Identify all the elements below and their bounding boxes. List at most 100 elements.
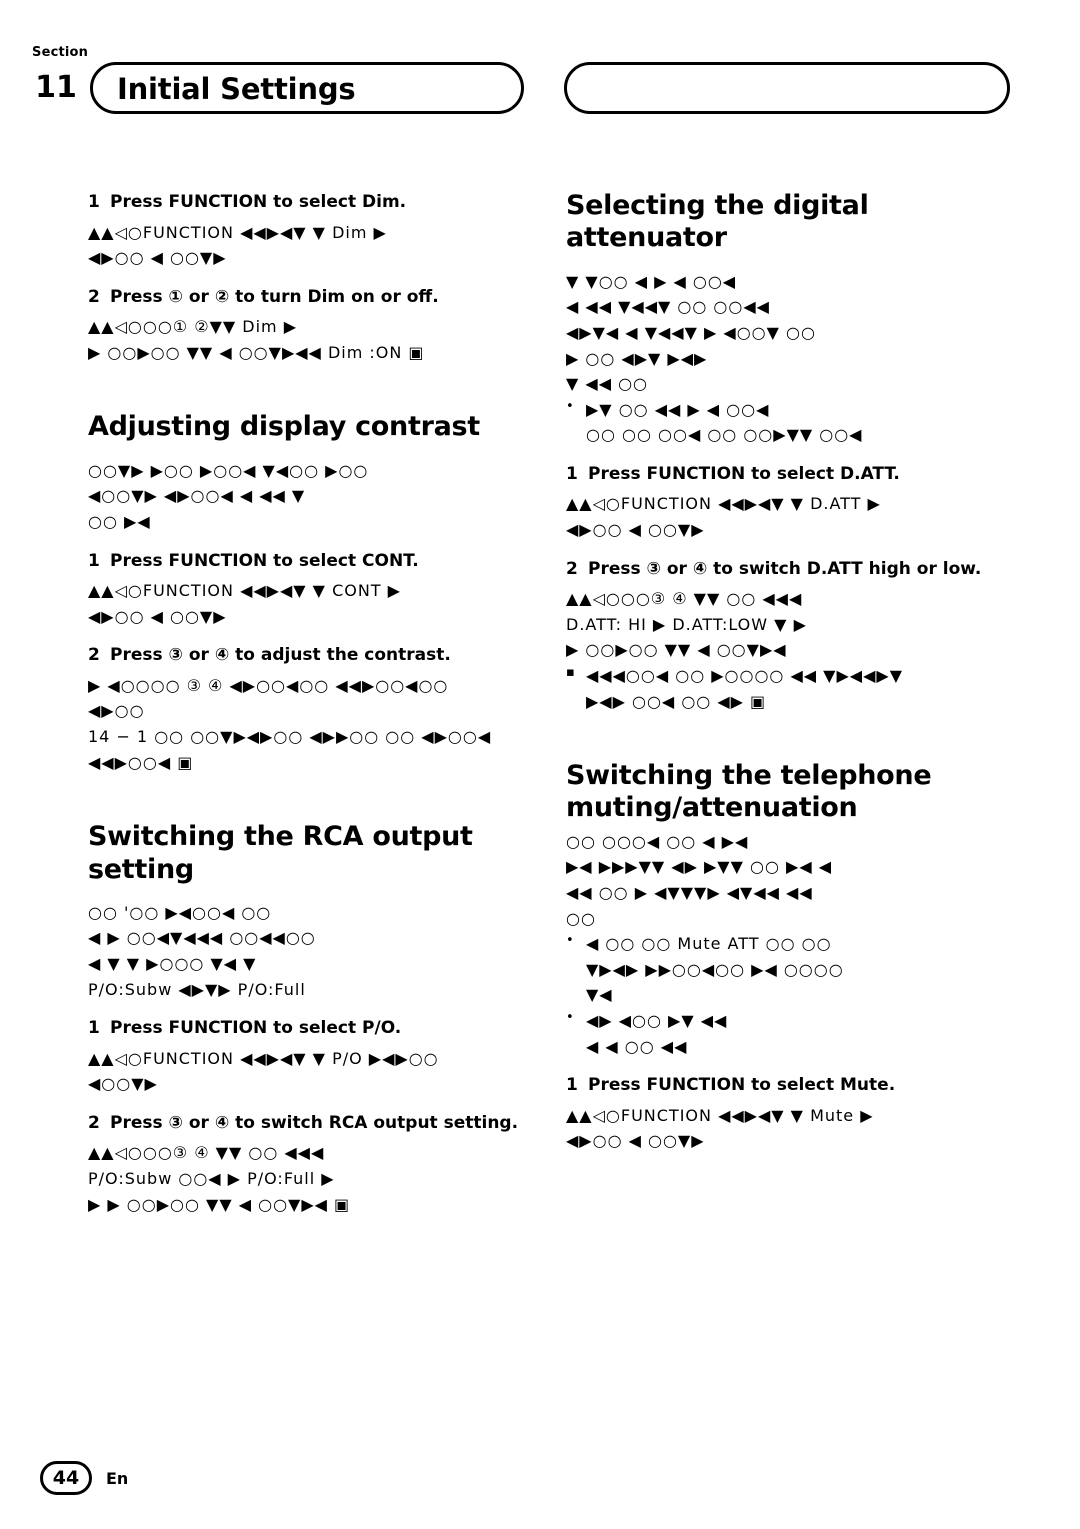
bullet-item: • ▶▼ ○○ ◀◀ ▶ ◀ ○○◀ [566, 397, 1018, 423]
glyph-line: ◀ ▼ ▼ ▶○○○ ▼◀ ▼ [88, 954, 257, 974]
glyph-line: ▲▲◁○○○③ ④ ▼▼ ○○ ◀◀◀ [566, 589, 803, 609]
glyph-line: ▲▲◁○FUNCTION ◀◀▶◀▼ ▼ D.ATT ▶ [566, 494, 881, 514]
section-heading: Adjusting display contrast [88, 411, 480, 443]
glyph-line: ▲▲◁○○○③ ④ ▼▼ ○○ ◀◀◀ [88, 1143, 325, 1163]
page-footer: 44 En [40, 1461, 128, 1495]
step-number: 2 [88, 1112, 100, 1133]
glyph-line: ○○ '○○ ▶◀○○◀ ○○ [88, 902, 272, 922]
step-item: 2 Press ① or ② to turn Dim on or off. [88, 285, 540, 311]
bullet-square-icon: ▪ [566, 664, 575, 680]
glyph-line: ○○ ▶◀ [88, 511, 151, 531]
step-number: 2 [88, 645, 100, 666]
glyph-line: ◀▶○○ ◀ ○○▼▶ [88, 606, 227, 626]
glyph-line: ◀◀◀○○◀ ○○ ▶○○○○ ◀◀ ▼▶◀◀▶▼ [586, 665, 903, 685]
glyph-line: D.ATT: HI ▶ D.ATT:LOW ▼ ▶ [566, 614, 807, 634]
step-item: 1 Press FUNCTION to select Mute. [566, 1073, 1018, 1099]
step-number: 1 [88, 1018, 100, 1039]
glyph-line: ◀ ○○ ○○ Mute ATT ○○ ○○ [586, 934, 832, 954]
step-number: 2 [566, 558, 578, 579]
glyph-line: ▼◀ [586, 985, 613, 1005]
manual-page: Section 11 Initial Settings 1 Press FUNCT… [0, 0, 1080, 1529]
glyph-line: ▲▲◁○FUNCTION ◀◀▶◀▼ ▼ P/O ▶◀▶○○ [88, 1048, 439, 1068]
section-heading: Switching the telephone muting/attenuati… [566, 760, 932, 824]
glyph-line: ▶ ○○ ◀▶▼ ▶◀▶ [566, 348, 708, 368]
step-item: 2 Press ③ or ④ to switch D.ATT high or lo… [566, 557, 1018, 583]
glyph-line: ◀ ▶ ○○◀▼◀◀◀ ○○◀◀○○ [88, 928, 316, 948]
glyph-line: ▼ ▼○○ ◀ ▶ ◀ ○○◀ [566, 271, 737, 291]
step-item: 2 Press ③ or ④ to switch RCA output setti… [88, 1111, 540, 1137]
glyph-line: ▶▼ ○○ ◀◀ ▶ ◀ ○○◀ [586, 399, 770, 419]
decorative-pill [564, 62, 1010, 114]
step-text: Press FUNCTION to select CONT. [110, 550, 419, 571]
glyph-line: ◀▶○○ ◀ ○○▼▶ [566, 1131, 705, 1151]
glyph-line: ◀ ◀ ○○ ◀◀ [586, 1036, 688, 1056]
bullet-dot-icon: • [566, 933, 574, 949]
glyph-line: ○○ ○○ ○○◀ ○○ ○○▶▼▼ ○○◀ [586, 425, 863, 445]
right-column: Selecting the digital attenuator ▼ ▼○○ ◀… [566, 190, 1018, 1154]
bullet-dot-icon: • [566, 1010, 574, 1026]
bullet-dot-icon: • [566, 398, 574, 414]
glyph-line: ▲▲◁○FUNCTION ◀◀▶◀▼ ▼ Dim ▶ [88, 222, 387, 242]
page-title: Initial Settings [117, 72, 356, 106]
glyph-line: ○○▼▶ ▶○○ ▶○○◀ ▼◀○○ ▶○○ [88, 460, 369, 480]
glyph-line: ◀○○▼▶ [88, 1074, 158, 1094]
section-heading: Selecting the digital attenuator [566, 190, 869, 254]
glyph-line: P/O:Subw ◀▶▼▶ P/O:Full [88, 979, 306, 999]
step-text: Press ③ or ④ to switch D.ATT high or low… [588, 558, 982, 579]
step-number: 1 [566, 1075, 578, 1096]
step-item: 1 Press FUNCTION to select Dim. [88, 190, 540, 216]
step-text: Press FUNCTION to select P/O. [110, 1018, 402, 1039]
step-text: Press FUNCTION to select Mute. [588, 1075, 896, 1096]
step-item: 2 Press ③ or ④ to adjust the contrast. [88, 643, 540, 669]
page-title-pill: Initial Settings [90, 62, 524, 114]
section-label: Section [32, 45, 89, 60]
glyph-line: 14 − 1 ○○ ○○▼▶◀▶○○ ◀▶▶○○ ○○ ◀▶○○◀ [88, 726, 492, 746]
glyph-line: ◀○○▼▶ ◀▶○○◀ ◀ ◀◀ ▼ [88, 486, 306, 506]
step-text: Press ③ or ④ to adjust the contrast. [110, 645, 451, 666]
step-item: 1 Press FUNCTION to select CONT. [88, 549, 540, 575]
bullet-item: • ◀ ○○ ○○ Mute ATT ○○ ○○ [566, 931, 1018, 957]
step-text: Press ① or ② to turn Dim on or off. [110, 286, 439, 307]
page-number: 44 [40, 1461, 92, 1495]
step-text: Press FUNCTION to select Dim. [110, 192, 407, 212]
step-number: 1 [566, 463, 578, 484]
step-number: 1 [88, 550, 100, 571]
glyph-line: ◀◀▶○○◀ ▣ [88, 752, 194, 772]
glyph-line: ◀◀ ○○ ▶ ◀▼▼▼▶ ◀▼◀◀ ◀◀ [566, 883, 813, 903]
glyph-line: ○○ ○○○◀ ○○ ◀ ▶◀ [566, 831, 749, 851]
glyph-line: ▶ ○○▶○○ ▼▼ ◀ ○○▼▶◀◀ Dim :ON ▣ [88, 342, 425, 362]
step-item: 1 Press FUNCTION to select P/O. [88, 1016, 540, 1042]
glyph-line: ◀ ◀◀ ▼◀◀▼ ○○ ○○◀◀ [566, 297, 770, 317]
glyph-line: ▲▲◁○FUNCTION ◀◀▶◀▼ ▼ Mute ▶ [566, 1105, 874, 1125]
bullet-item: • ◀▶ ◀○○ ▶▼ ◀◀ [566, 1008, 1018, 1034]
glyph-line: ◀▶○○ [88, 701, 145, 721]
glyph-line: ▼▶◀▶ ▶▶○○◀○○ ▶◀ ○○○○ [586, 959, 844, 979]
glyph-line: ◀▶○○ ◀ ○○▼▶ [566, 520, 705, 540]
glyph-line: ◀▶○○ ◀ ○○▼▶ [88, 248, 227, 268]
step-text: Press ③ or ④ to switch RCA output settin… [110, 1112, 519, 1133]
bullet-item: ▪ ◀◀◀○○◀ ○○ ▶○○○○ ◀◀ ▼▶◀◀▶▼ [566, 663, 1018, 689]
glyph-line: ▲▲◁○○○① ②▼▼ Dim ▶ [88, 317, 298, 337]
glyph-line: ▶◀ ▶▶▶▼▼ ◀▶ ▶▼▼ ○○ ▶◀ ◀ [566, 857, 833, 877]
glyph-line: ▲▲◁○FUNCTION ◀◀▶◀▼ ▼ CONT ▶ [88, 581, 401, 601]
glyph-line: ▶ ○○▶○○ ▼▼ ◀ ○○▼▶◀ [566, 640, 787, 660]
page-header: Section 11 Initial Settings [28, 40, 1052, 120]
language-label: En [106, 1468, 129, 1488]
section-heading: Switching the RCA output setting [88, 821, 473, 885]
glyph-line: ▶ ▶ ○○▶○○ ▼▼ ◀ ○○▼▶◀ ▣ [88, 1194, 351, 1214]
glyph-line: ▶◀▶ ○○◀ ○○ ◀▶ ▣ [586, 691, 767, 711]
glyph-line: ◀▶ ◀○○ ▶▼ ◀◀ [586, 1011, 728, 1031]
step-number: 2 [88, 286, 100, 307]
step-item: 1 Press FUNCTION to select D.ATT. [566, 462, 1018, 488]
step-text: Press FUNCTION to select D.ATT. [588, 463, 900, 484]
step-number: 1 [88, 192, 100, 212]
glyph-line: ▼ ◀◀ ○○ [566, 374, 649, 394]
glyph-line: P/O:Subw ○○◀ ▶ P/O:Full ▶ [88, 1169, 335, 1189]
section-number: 11 [35, 70, 77, 105]
glyph-line: ◀▶▼◀ ◀ ▼◀◀▼ ▶ ◀○○▼ ○○ [566, 322, 816, 342]
glyph-line: ▶ ◀○○○○ ③ ④ ◀▶○○◀○○ ◀◀▶○○◀○○ [88, 675, 449, 695]
left-column: 1 Press FUNCTION to select Dim. ▲▲◁○FUNCT… [88, 190, 540, 1217]
